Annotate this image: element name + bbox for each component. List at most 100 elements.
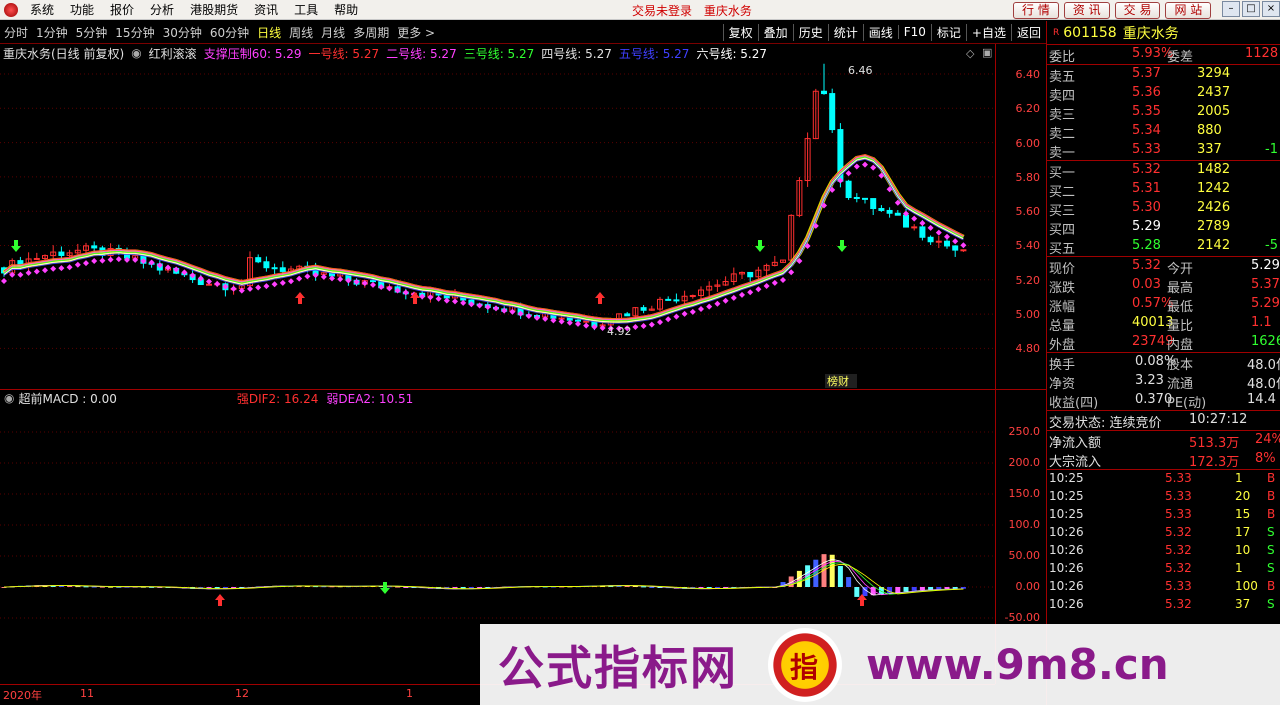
support-dot	[575, 320, 581, 327]
kline-chart[interactable]: 6.46 4.92 榜财	[0, 62, 995, 388]
candle-body	[853, 196, 860, 199]
menu-logo-icon	[4, 2, 18, 17]
support-dot	[952, 238, 959, 245]
support-dot	[730, 294, 737, 301]
period-weekly[interactable]: 周线	[285, 24, 317, 41]
period-intraday[interactable]: 分时	[0, 24, 32, 41]
tool-draw[interactable]: 画线	[862, 23, 898, 41]
tick-row: 10:25 5.33 1 B	[1047, 470, 1280, 488]
quote-button[interactable]: 行 情	[1013, 1, 1059, 19]
close-icon[interactable]: ×	[1262, 1, 1280, 17]
period-daily[interactable]: 日线	[253, 24, 285, 41]
tick-time: 10:25	[1049, 471, 1084, 485]
support-dot	[960, 242, 967, 249]
restore-icon[interactable]: ▣	[982, 46, 992, 59]
bid-row: 买四 5.29 2789	[1047, 218, 1280, 238]
period-monthly[interactable]: 月线	[317, 24, 349, 41]
menu-help[interactable]: 帮助	[326, 1, 366, 18]
watermark-title: 公式指标网	[498, 640, 738, 695]
tick-time: 10:25	[1049, 507, 1084, 521]
news-button[interactable]: 资 讯	[1063, 1, 1110, 19]
support-dot	[25, 269, 32, 276]
support-dot	[443, 297, 450, 304]
ask-row: 卖三 5.35 2005	[1047, 103, 1280, 123]
candle-body	[640, 307, 647, 311]
support-dot	[919, 220, 926, 227]
tool-f10[interactable]: F10	[897, 25, 931, 39]
kline-legend: 重庆水务(日线 前复权) ◉ 红利滚滚 支撑压制60: 5.29 一号线: 5.…	[0, 44, 995, 62]
menu-analysis[interactable]: 分析	[142, 1, 182, 18]
high-price-label: 6.46	[848, 64, 873, 77]
stock-code[interactable]: 601158	[1063, 25, 1116, 41]
current-stock-title: 重庆水务	[703, 4, 752, 18]
financial-badge[interactable]: 榜财	[827, 374, 849, 388]
ask-row: 卖一 5.33 337 -1	[1047, 141, 1280, 161]
bid-label: 买四	[1049, 223, 1076, 238]
tick-list[interactable]: 10:25 5.33 1 B 10:25 5.33 20 B 10:25 5.33 15 B 10:26…	[1047, 470, 1280, 614]
macd-name[interactable]: 超前MACD : 0.00	[18, 390, 116, 407]
tool-adjust[interactable]: 复权	[722, 23, 758, 41]
menu-function[interactable]: 功能	[62, 1, 102, 18]
macd-settings-icon[interactable]: ◉	[4, 391, 14, 405]
trade-button[interactable]: 交 易	[1114, 1, 1161, 19]
tool-add-watchlist[interactable]: +自选	[965, 23, 1011, 41]
support-dot	[780, 276, 786, 283]
minimize-icon[interactable]: –	[1222, 1, 1240, 17]
menu-hk-futures[interactable]: 港股期货	[182, 1, 246, 18]
candle-body	[255, 257, 262, 263]
tick-time: 10:26	[1049, 579, 1084, 593]
macd-legend: ◉ 超前MACD : 0.00 强DIF2: 16.24 弱DEA2: 10.5…	[0, 390, 995, 406]
pin-icon[interactable]: ◇	[966, 47, 974, 60]
support-dot	[66, 264, 73, 271]
period-60min[interactable]: 60分钟	[206, 24, 253, 41]
support-dot	[74, 261, 81, 268]
stat-label: 总量	[1049, 319, 1076, 334]
website-button[interactable]: 网 站	[1165, 1, 1212, 19]
maximize-icon[interactable]: □	[1242, 1, 1260, 17]
tool-mark[interactable]: 标记	[930, 23, 966, 41]
tick-volume: 20	[1235, 489, 1251, 503]
macd-dea-value: 弱DEA2: 10.51	[326, 391, 414, 406]
tick-side: B	[1267, 579, 1276, 593]
support-dot	[402, 289, 409, 296]
tick-row: 10:26 5.32 10 S	[1047, 542, 1280, 560]
support-dot	[370, 281, 376, 288]
period-5min[interactable]: 5分钟	[72, 24, 112, 41]
bid-price: 5.30	[1132, 200, 1161, 215]
macd-bar	[928, 587, 934, 590]
indicator-settings-icon[interactable]: ◉	[131, 46, 141, 60]
tick-volume: 37	[1235, 597, 1251, 611]
period-1min[interactable]: 1分钟	[32, 24, 72, 41]
flow-row: 大宗流入 172.3万 8%	[1047, 450, 1280, 470]
macd-bar	[854, 587, 860, 597]
menu-news[interactable]: 资讯	[246, 1, 286, 18]
flow-label: 净流入额	[1049, 436, 1102, 451]
tool-back[interactable]: 返回	[1010, 23, 1046, 41]
ask-change: -1	[1265, 142, 1278, 157]
stat-value: 5.37	[1251, 277, 1280, 292]
candle-body	[747, 271, 754, 278]
menu-quote[interactable]: 报价	[102, 1, 142, 18]
tool-history[interactable]: 历史	[792, 23, 828, 41]
stock-name[interactable]: 重庆水务	[1123, 23, 1179, 43]
period-more[interactable]: 更多 >	[393, 24, 439, 41]
menu-tools[interactable]: 工具	[286, 1, 326, 18]
price-tick: 6.20	[1015, 102, 1041, 115]
period-multi[interactable]: 多周期	[349, 24, 393, 41]
tool-overlay[interactable]: 叠加	[757, 23, 793, 41]
period-15min[interactable]: 15分钟	[111, 24, 158, 41]
stat-label: 内盘	[1167, 338, 1194, 353]
bid-price: 5.32	[1132, 162, 1161, 177]
support-dot	[91, 258, 98, 265]
period-30min[interactable]: 30分钟	[159, 24, 206, 41]
trade-login-status[interactable]: 交易未登录	[632, 4, 692, 18]
stat-label: 现价	[1049, 262, 1076, 277]
menu-system[interactable]: 系统	[22, 1, 62, 18]
indicator-name[interactable]: 红利滚滚	[149, 45, 197, 62]
candle-body	[952, 245, 959, 251]
tick-price: 5.33	[1165, 471, 1192, 485]
bid-price: 5.29	[1132, 219, 1161, 234]
tool-statistics[interactable]: 统计	[827, 23, 863, 41]
date-tick: 1	[406, 687, 413, 700]
ask-book: 卖五 5.37 3294 卖四 5.36 2437 卖三 5.35 2005 卖二 5.34 880 卖…	[1047, 65, 1280, 161]
